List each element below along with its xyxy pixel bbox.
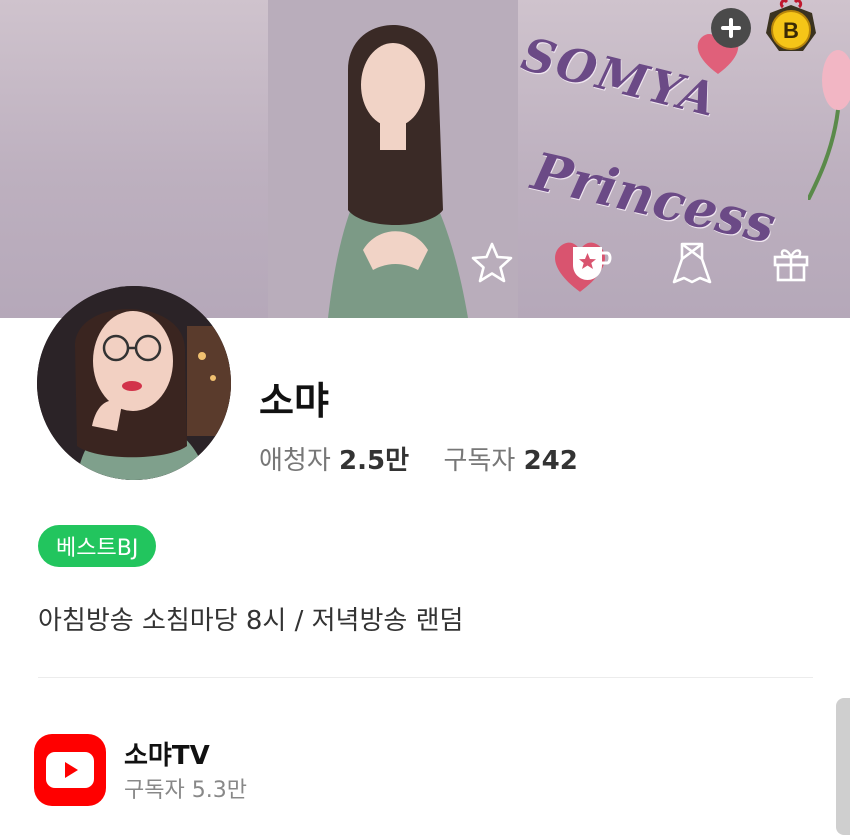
badge-letter: B bbox=[783, 18, 799, 43]
star-icon bbox=[471, 242, 513, 283]
add-button[interactable] bbox=[711, 8, 751, 48]
youtube-subscriber-count: 구독자 5.3만 bbox=[124, 778, 247, 803]
youtube-channel-name[interactable]: 소먀TV bbox=[124, 735, 210, 772]
scrollbar[interactable] bbox=[836, 698, 850, 835]
profile-name: 소먀 bbox=[259, 379, 329, 423]
flower-decoration bbox=[808, 50, 850, 200]
gift-icon bbox=[773, 249, 809, 282]
ribbon-icon bbox=[672, 242, 712, 284]
plus-icon bbox=[721, 18, 741, 38]
subscribers-label: 구독자 bbox=[443, 446, 516, 476]
profile-stats: 애청자 2.5만 구독자 242 bbox=[259, 440, 578, 477]
bj-badge-icon[interactable]: B bbox=[763, 0, 819, 56]
profile-banner: SOMYA Princess B bbox=[0, 0, 850, 318]
gift-button[interactable] bbox=[768, 240, 814, 286]
profile-description: 아침방송 소침마당 8시 / 저녁방송 랜덤 bbox=[38, 606, 464, 636]
support-button[interactable] bbox=[669, 240, 715, 286]
subscribers-count: 242 bbox=[523, 446, 578, 476]
fans-label: 애청자 bbox=[259, 446, 331, 476]
best-bj-badge: 베스트BJ bbox=[38, 525, 157, 567]
fan-club-button[interactable] bbox=[568, 240, 614, 286]
avatar[interactable] bbox=[37, 286, 231, 480]
divider bbox=[38, 677, 813, 678]
cup-star-icon bbox=[573, 247, 612, 280]
favorite-button[interactable] bbox=[469, 240, 515, 286]
youtube-icon bbox=[46, 752, 94, 788]
youtube-channel-logo[interactable] bbox=[34, 734, 106, 806]
fans-count: 2.5만 bbox=[339, 446, 410, 476]
avatar-photo bbox=[37, 286, 231, 480]
